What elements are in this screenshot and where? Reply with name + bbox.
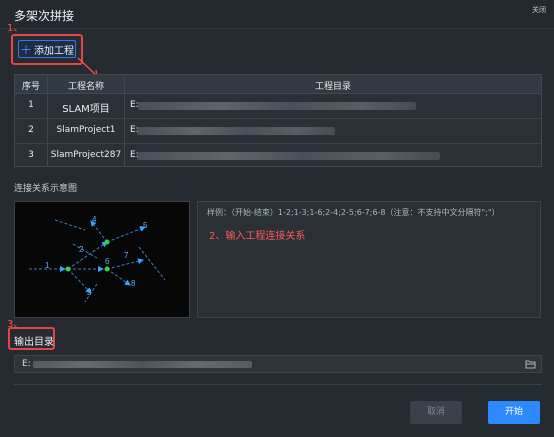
- row-index: 3: [28, 150, 34, 160]
- diagram-node-label: 5: [143, 221, 148, 230]
- header-index: 序号: [21, 82, 40, 92]
- redacted-output-path: [33, 361, 252, 368]
- plus-icon: ＋: [19, 43, 32, 57]
- table-row[interactable]: 2 SlamProject1 E:: [15, 119, 541, 144]
- footer-divider: [14, 384, 542, 385]
- row-index: 1: [28, 100, 34, 110]
- title-bar: 多架次拼接 关闭: [0, 0, 554, 29]
- diagram-node-label: 3: [87, 288, 92, 297]
- connection-diagram-label: 连接关系示意图: [14, 184, 78, 194]
- diagram-node-label: 6: [105, 257, 110, 266]
- redacted-path: [138, 102, 416, 110]
- table-header: 序号 工程名称 工程目录: [15, 75, 541, 94]
- diagram-node-label: 1: [45, 261, 50, 270]
- table-row[interactable]: 3 SlamProject287 E:: [15, 144, 541, 168]
- step-1-annotation: 1、: [7, 23, 24, 34]
- header-path: 工程目录: [314, 82, 351, 92]
- start-button[interactable]: 开始: [488, 401, 540, 424]
- row-name: SlamProject1: [56, 125, 116, 135]
- row-name: SLAM项目: [62, 104, 110, 115]
- add-project-label: 添加工程: [34, 46, 74, 57]
- output-directory-value: E:: [22, 359, 31, 369]
- connection-input[interactable]: 样例：（开始-结束）1-2;1-3;1-6;2-4;2-5;6-7;6-8（注意…: [197, 201, 541, 318]
- redacted-path: [137, 152, 440, 160]
- redacted-path: [137, 127, 335, 135]
- close-button[interactable]: 关闭: [532, 5, 546, 15]
- output-directory-label: 输出目录: [14, 337, 54, 348]
- header-name: 工程名称: [67, 82, 104, 92]
- folder-icon[interactable]: [525, 359, 536, 369]
- table-row[interactable]: 1 SLAM项目 E:: [15, 94, 541, 119]
- diagram-node-label: 8: [131, 279, 136, 288]
- connection-placeholder: 样例：（开始-结束）1-2;1-3;1-6;2-4;2-5;6-7;6-8（注意…: [207, 208, 500, 217]
- project-table: 序号 工程名称 工程目录 1 SLAM项目 E: 2 SlamProject1 …: [14, 74, 542, 167]
- diagram-node-label: 4: [92, 215, 97, 224]
- step-2-annotation: 2、输入工程连接关系: [209, 231, 306, 242]
- add-project-button[interactable]: ＋添加工程: [18, 40, 76, 58]
- diagram-node-label: 7: [124, 251, 129, 260]
- diagram-node-label: 2: [79, 245, 84, 254]
- connection-diagram-graphic: 1 2 3 4 5 6 7 8: [29, 215, 166, 303]
- row-index: 2: [28, 125, 34, 135]
- row-name: SlamProject287: [50, 150, 122, 160]
- output-directory-field[interactable]: E:: [14, 355, 542, 373]
- connection-diagram: 1 2 3 4 5 6 7 8: [14, 201, 190, 318]
- cancel-button[interactable]: 取消: [410, 401, 462, 424]
